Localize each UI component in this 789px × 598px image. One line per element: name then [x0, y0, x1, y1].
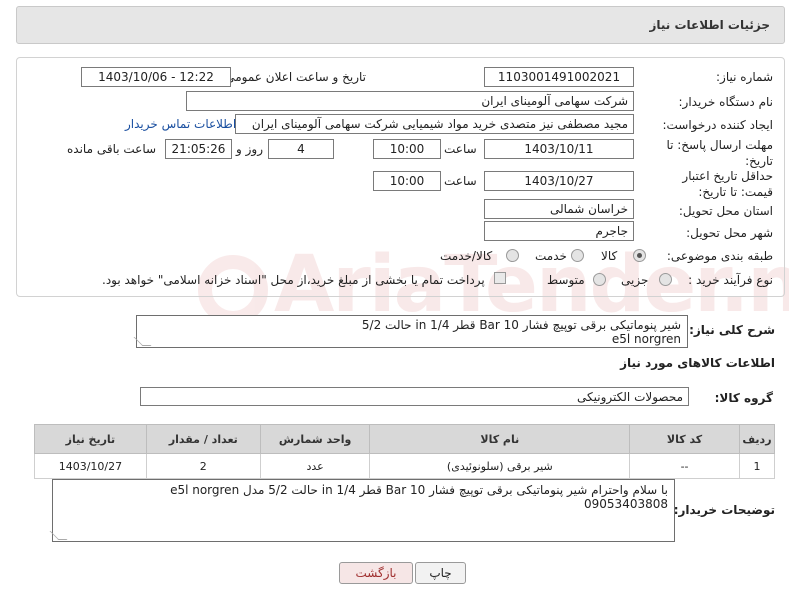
page-title: جزئیات اطلاعات نیاز: [649, 18, 770, 32]
province-label: استان محل تحویل:: [678, 204, 773, 218]
city-label: شهر محل تحویل:: [686, 226, 773, 240]
validity-time-field: 10:00: [373, 171, 441, 191]
buyer-org-label: نام دستگاه خریدار:: [678, 95, 774, 109]
col-code: کد کالا: [629, 424, 740, 454]
row-code: --: [629, 453, 740, 479]
treasury-payment-checkbox[interactable]: [494, 272, 506, 284]
need-number-field: 1103001491002021: [484, 67, 634, 87]
process-minor-radio[interactable]: [659, 273, 672, 286]
print-button[interactable]: چاپ: [415, 562, 466, 584]
category-goods-radio[interactable]: [633, 249, 646, 262]
row-date: 1403/10/27: [34, 453, 147, 479]
category-both-label: کالا/خدمت: [440, 249, 493, 263]
description-label: شرح کلی نیاز:: [689, 323, 775, 337]
col-unit: واحد شمارش: [259, 424, 371, 454]
announce-field: 1403/10/06 - 12:22: [81, 67, 231, 87]
col-date: تاریخ نیاز: [34, 424, 147, 454]
buyer-notes-line-2: 09053403808: [584, 497, 668, 511]
goods-group-label: گروه کالا:: [714, 391, 773, 405]
process-medium-label: متوسط: [547, 273, 585, 287]
deadline-time-label: ساعت: [444, 142, 477, 156]
province-field: خراسان شمالی: [484, 199, 634, 219]
col-index: ردیف: [738, 424, 776, 454]
row-unit: عدد: [259, 453, 371, 479]
buyer-notes-textarea[interactable]: با سلام واحترام شیر پنوماتیکی برقی توپیچ…: [49, 479, 675, 542]
buyer-notes-label: توضیحات خریدار:: [673, 503, 775, 517]
announce-label: تاریخ و ساعت اعلان عمومی:: [221, 70, 366, 84]
back-button[interactable]: بازگشت: [339, 562, 413, 584]
description-line-2: e5l norgren: [611, 332, 681, 346]
goods-section-title: اطلاعات کالاهای مورد نیاز: [620, 356, 775, 370]
category-service-radio[interactable]: [571, 249, 584, 262]
process-minor-label: جزیی: [621, 273, 649, 287]
remaining-label: ساعت باقی مانده: [67, 142, 157, 156]
buyer-org-field: شرکت سهامی آلومینای ایران: [186, 91, 634, 111]
process-medium-radio[interactable]: [593, 273, 606, 286]
goods-table-grid: ردیف کد کالا نام کالا واحد شمارش تعداد /…: [34, 424, 776, 479]
buyer-notes-line-1: با سلام واحترام شیر پنوماتیکی برقی توپیچ…: [170, 483, 668, 497]
deadline-time-field: 10:00: [373, 139, 441, 159]
category-goods-label: کالا: [601, 249, 618, 263]
goods-table-header: ردیف کد کالا نام کالا واحد شمارش تعداد /…: [34, 424, 776, 454]
category-label: طبقه بندی موضوعی:: [666, 249, 773, 263]
contact-info-link[interactable]: اطلاعات تماس خریدار: [125, 117, 236, 131]
goods-table: ردیف کد کالا نام کالا واحد شمارش تعداد /…: [34, 424, 776, 479]
days-label: روز و: [236, 142, 263, 156]
row-index: 1: [738, 453, 776, 479]
goods-group-field: محصولات الکترونیکی: [140, 387, 689, 406]
category-both-radio[interactable]: [506, 249, 519, 262]
requester-label: ایجاد کننده درخواست:: [662, 118, 773, 132]
requester-field: مجید مصطفی نیز متصدی خرید مواد شیمیایی ش…: [235, 114, 634, 134]
header-panel: جزئیات اطلاعات نیاز: [16, 6, 785, 44]
resize-grip-icon[interactable]: [49, 531, 68, 540]
deadline-label: مهلت ارسال پاسخ: تا تاریخ:: [666, 138, 773, 168]
remaining-time-field: 21:05:26: [165, 139, 232, 159]
category-service-label: خدمت: [535, 249, 567, 263]
row-qty: 2: [145, 453, 261, 479]
validity-time-label: ساعت: [444, 174, 477, 188]
description-textarea[interactable]: شیر پنوماتیکی برقی توپیچ فشار 10 Bar قطر…: [133, 315, 688, 348]
need-number-label: شماره نیاز:: [716, 70, 773, 84]
col-qty: تعداد / مقدار: [145, 424, 261, 454]
city-field: جاجرم: [484, 221, 634, 241]
days-field: 4: [268, 139, 334, 159]
row-name: شیر برقی (سلونوئیدی): [369, 453, 631, 479]
deadline-date-field: 1403/10/11: [484, 139, 634, 159]
process-label: نوع فرآیند خرید :: [688, 273, 773, 287]
table-row: 1 -- شیر برقی (سلونوئیدی) عدد 2 1403/10/…: [34, 453, 776, 479]
description-line-1: شیر پنوماتیکی برقی توپیچ فشار 10 Bar قطر…: [361, 318, 681, 332]
treasury-payment-note: پرداخت تمام یا بخشی از مبلغ خرید،از محل …: [102, 273, 485, 287]
validity-label: حداقل تاریخ اعتبار قیمت: تا تاریخ:: [682, 169, 773, 199]
col-name: نام کالا: [369, 424, 631, 454]
validity-date-field: 1403/10/27: [484, 171, 634, 191]
